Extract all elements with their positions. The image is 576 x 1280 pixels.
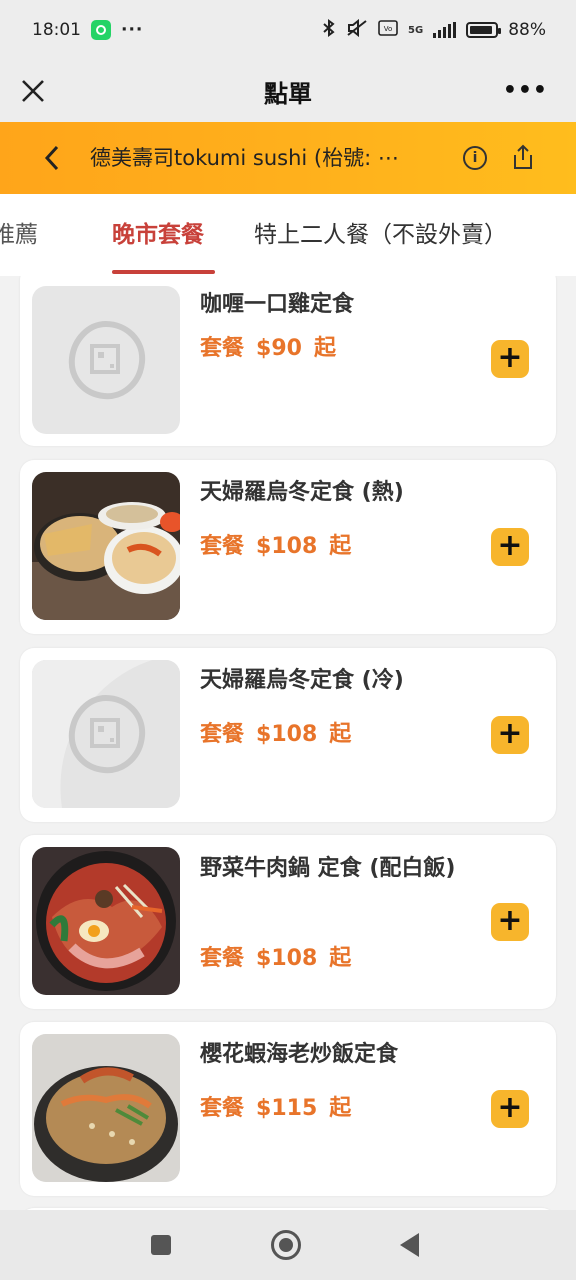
volte-icon: Vo xyxy=(378,20,398,40)
menu-item-price: 套餐 $108 起 xyxy=(200,940,351,972)
add-to-cart-button[interactable]: + xyxy=(491,340,529,378)
price-suffix: 起 xyxy=(329,1096,352,1121)
add-to-cart-button[interactable]: + xyxy=(491,716,529,754)
price-amount: $115 xyxy=(256,1096,318,1121)
store-name: 德美壽司tokumi sushi (枱號: ⋯ xyxy=(90,146,399,170)
menu-item-price: 套餐 $90 起 xyxy=(200,330,336,362)
battery-level: 88% xyxy=(508,20,546,40)
home-icon[interactable] xyxy=(271,1230,301,1260)
menu-item-card[interactable]: 咖喱一口雞定食 套餐 $90 起 + xyxy=(20,276,556,446)
svg-text:Vo: Vo xyxy=(384,25,393,33)
status-time: 18:01 xyxy=(32,20,81,40)
status-bar: 18:01 ··· Vo 5G 88% xyxy=(0,0,576,60)
price-suffix: 起 xyxy=(329,534,352,559)
price-suffix: 起 xyxy=(313,336,336,361)
price-prefix: 套餐 xyxy=(200,1096,245,1121)
menu-item-name: 天婦羅烏冬定食 (熱) xyxy=(200,480,404,505)
menu-item-image xyxy=(32,472,180,620)
tempura-udon-photo xyxy=(32,472,180,620)
price-prefix: 套餐 xyxy=(200,946,245,971)
fried-rice-photo xyxy=(32,1034,180,1182)
menu-item-card[interactable]: 野菜牛肉鍋 定食 (配白飯) 套餐 $108 起 + xyxy=(20,835,556,1009)
menu-list: 咖喱一口雞定食 套餐 $90 起 + 天婦羅烏冬定食 (熱) 套餐 $108 起… xyxy=(0,276,576,1210)
mute-icon xyxy=(346,18,368,41)
menu-item-price: 套餐 $108 起 xyxy=(200,528,351,560)
recent-apps-icon[interactable] xyxy=(151,1235,171,1255)
bluetooth-icon xyxy=(322,19,336,41)
network-label: 5G xyxy=(408,24,424,36)
price-amount: $108 xyxy=(256,722,318,747)
system-nav-bar xyxy=(0,1210,576,1280)
menu-item-price: 套餐 $108 起 xyxy=(200,716,351,748)
price-amount: $108 xyxy=(256,534,318,559)
price-prefix: 套餐 xyxy=(200,534,245,559)
price-prefix: 套餐 xyxy=(200,336,245,361)
category-tabs: 推薦 晚市套餐 特上二人餐（不設外賣） xyxy=(0,194,576,276)
info-icon[interactable]: i xyxy=(463,146,487,170)
store-header: 德美壽司tokumi sushi (枱號: ⋯ i xyxy=(0,122,576,194)
tab-premium-for-two[interactable]: 特上二人餐（不設外賣） xyxy=(254,194,507,276)
menu-item-card[interactable]: 天婦羅烏冬定食 (冷) 套餐 $108 起 + xyxy=(20,648,556,822)
price-suffix: 起 xyxy=(329,946,352,971)
tab-dinner-set[interactable]: 晚市套餐 xyxy=(112,194,204,276)
sukiyaki-photo xyxy=(32,847,180,995)
battery-icon xyxy=(466,22,502,38)
page-title: 點單 xyxy=(264,79,312,108)
back-icon[interactable] xyxy=(400,1233,419,1257)
whatsapp-icon xyxy=(91,20,111,40)
price-amount: $108 xyxy=(256,946,318,971)
menu-item-name: 咖喱一口雞定食 xyxy=(200,292,355,317)
menu-item-name: 天婦羅烏冬定食 (冷) xyxy=(200,668,404,693)
add-to-cart-button[interactable]: + xyxy=(491,528,529,566)
title-bar: 點單 ••• xyxy=(0,60,576,122)
active-tab-indicator xyxy=(112,270,215,274)
more-menu-button[interactable]: ••• xyxy=(503,70,548,112)
menu-item-image-placeholder xyxy=(32,286,180,434)
price-amount: $90 xyxy=(256,336,302,361)
logo-placeholder-icon xyxy=(32,660,180,808)
price-prefix: 套餐 xyxy=(200,722,245,747)
signal-icon xyxy=(433,22,457,38)
back-arrow-icon[interactable] xyxy=(38,136,66,180)
menu-item-card[interactable]: 天婦羅烏冬定食 (熱) 套餐 $108 起 + xyxy=(20,460,556,634)
menu-item-card[interactable]: 櫻花蝦海老炒飯定食 套餐 $115 起 + xyxy=(20,1022,556,1196)
share-icon[interactable] xyxy=(512,144,534,170)
close-icon[interactable] xyxy=(18,70,48,112)
menu-item-name: 野菜牛肉鍋 定食 (配白飯) xyxy=(200,856,456,881)
add-to-cart-button[interactable]: + xyxy=(491,1090,529,1128)
menu-item-price: 套餐 $115 起 xyxy=(200,1090,351,1122)
tab-recommended[interactable]: 推薦 xyxy=(0,194,38,276)
menu-item-image xyxy=(32,1034,180,1182)
menu-item-name: 櫻花蝦海老炒飯定食 xyxy=(200,1042,399,1067)
menu-item-image xyxy=(32,847,180,995)
logo-placeholder-icon xyxy=(68,320,146,400)
menu-item-image-placeholder xyxy=(32,660,180,808)
price-suffix: 起 xyxy=(329,722,352,747)
status-more: ··· xyxy=(121,20,144,40)
add-to-cart-button[interactable]: + xyxy=(491,903,529,941)
